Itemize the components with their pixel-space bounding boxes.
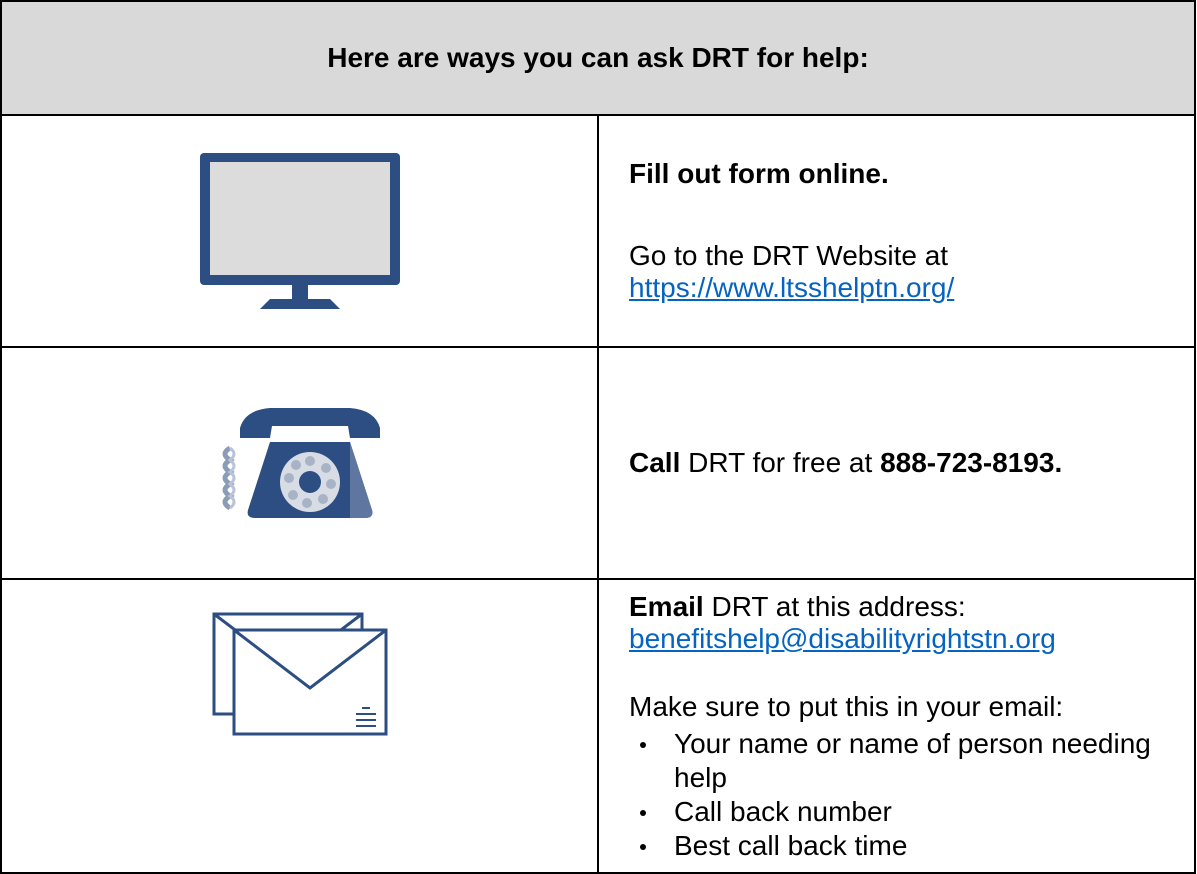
drt-website-link[interactable]: https://www.ltsshelptn.org/ [629,272,954,303]
row-email: Email DRT at this address: benefitshelp@… [0,578,1196,874]
call-lead: Call [629,447,681,478]
online-content: Fill out form online. Go to the DRT Webs… [597,114,1196,348]
call-icon-cell [0,346,599,580]
row-call: Call DRT for free at 888-723-8193. [0,346,1196,580]
email-intro: Email DRT at this address: benefitshelp@… [629,591,1194,655]
email-text: DRT at this address: [703,591,966,622]
help-options-table: Here are ways you can ask DRT for help: … [0,0,1196,874]
email-lead: Email [629,591,704,622]
email-address-link[interactable]: benefitshelp@disabilityrightstn.org [629,623,1056,654]
online-line: Go to the DRT Website at https://www.lts… [629,240,1194,304]
phone-number: 888-723-8193. [880,447,1063,478]
envelopes-icon [212,612,387,736]
call-content: Call DRT for free at 888-723-8193. [597,346,1196,580]
header-title: Here are ways you can ask DRT for help: [327,42,869,73]
list-item: Your name or name of person needing help [640,727,1194,795]
row-online-form: Fill out form online. Go to the DRT Webs… [0,114,1196,348]
monitor-icon [199,152,400,309]
email-prompt: Make sure to put this in your email: [629,691,1064,722]
online-text: Go to the DRT Website at [629,240,949,271]
list-item: Call back number [640,795,1194,829]
online-heading: Fill out form online. [629,158,889,189]
call-text: DRT for free at [680,447,881,478]
email-checklist: Your name or name of person needing help… [629,727,1194,863]
email-content: Email DRT at this address: benefitshelp@… [597,578,1196,874]
online-icon-cell [0,114,599,348]
email-icon-cell [0,578,599,874]
table-header: Here are ways you can ask DRT for help: [0,0,1196,116]
rotary-phone-icon [222,408,380,518]
